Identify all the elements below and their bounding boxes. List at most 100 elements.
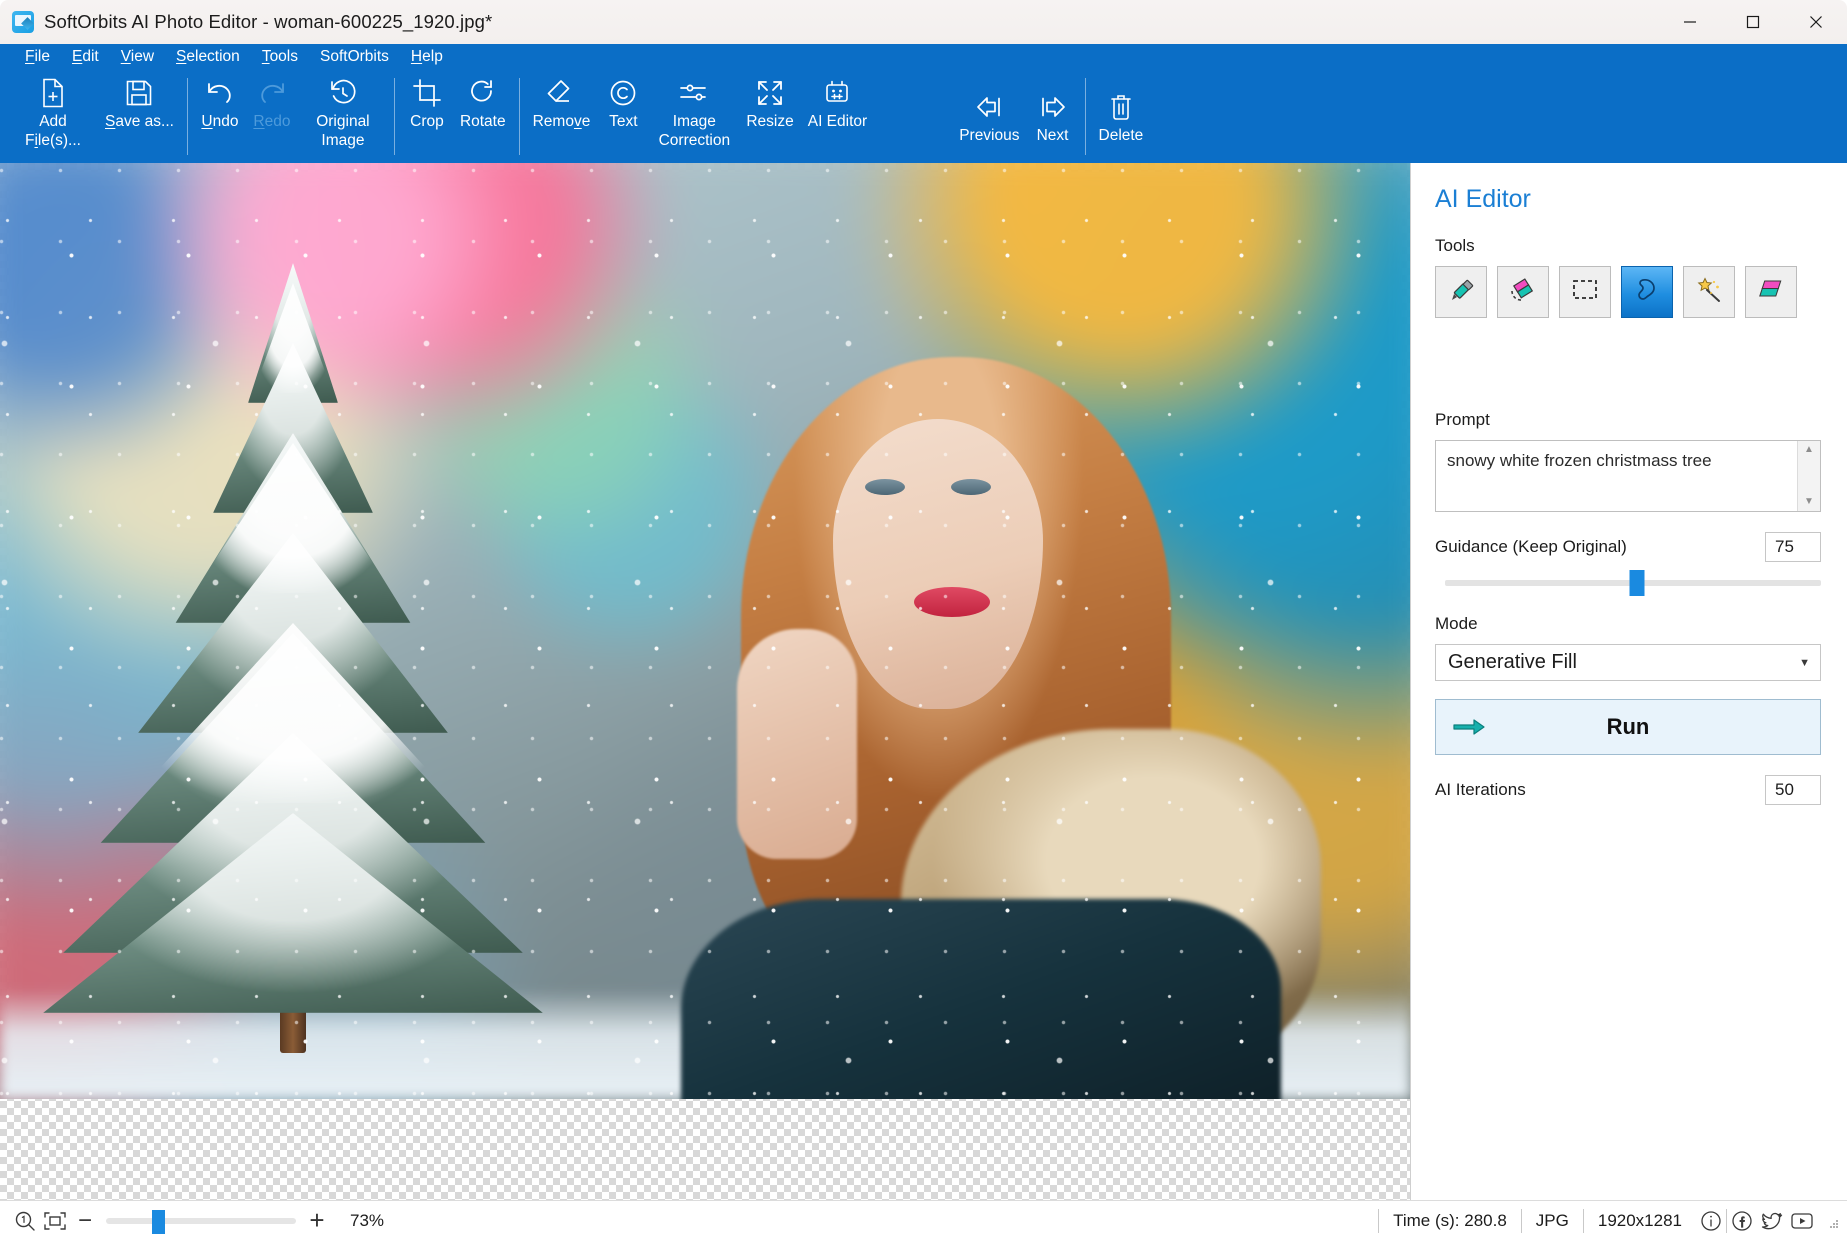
- prompt-label: Prompt: [1435, 410, 1821, 430]
- toolbar-label-undo: Undo: [201, 112, 238, 131]
- menu-bar: File Edit View Selection Tools SoftOrbit…: [0, 44, 1847, 70]
- status-bar: − + 73% Time (s): 280.8 JPG 1920x1281: [0, 1200, 1847, 1240]
- youtube-icon[interactable]: [1787, 1206, 1817, 1236]
- tool-lasso-select[interactable]: [1621, 266, 1673, 318]
- tool-bar: Add File(s)... Save as...: [0, 70, 1847, 163]
- toolbar-button-text[interactable]: Text: [597, 70, 649, 163]
- arrow-left-icon: [974, 90, 1004, 124]
- tool-magic-wand[interactable]: [1683, 266, 1735, 318]
- toolbar-button-save-as[interactable]: Save as...: [98, 70, 181, 163]
- tool-fill[interactable]: [1745, 266, 1797, 318]
- guidance-slider[interactable]: [1445, 570, 1821, 596]
- toolbar-button-redo: Redo: [246, 70, 298, 163]
- history-clock-icon: [329, 76, 357, 110]
- toolbar-separator-1: [187, 78, 188, 155]
- toolbar-separator-3: [519, 78, 520, 155]
- menu-softorbits[interactable]: SoftOrbits: [309, 45, 400, 69]
- magnifier-one-icon[interactable]: [10, 1206, 40, 1236]
- scroll-down-icon[interactable]: ▼: [1804, 497, 1814, 507]
- panel-title: AI Editor: [1435, 185, 1821, 214]
- mode-select[interactable]: Generative Fill ▼: [1435, 644, 1821, 681]
- toolbar-button-image-correction[interactable]: Image Correction: [649, 70, 739, 163]
- photo-image[interactable]: [0, 163, 1411, 1099]
- lasso-icon: [1632, 275, 1662, 310]
- minimize-button[interactable]: [1658, 0, 1721, 44]
- mode-select-value: Generative Fill: [1448, 651, 1577, 674]
- menu-view[interactable]: View: [110, 45, 165, 69]
- window-controls: [1658, 0, 1847, 44]
- toolbar-label-delete: Delete: [1099, 126, 1144, 145]
- toolbar-group-navigate: Previous Next: [952, 70, 1078, 163]
- resize-grip[interactable]: [1823, 1213, 1839, 1229]
- tools-spacer: [1435, 318, 1821, 410]
- toolbar-button-ai-editor[interactable]: AI Editor: [801, 70, 874, 163]
- eraser-brush-icon: [1508, 275, 1538, 310]
- arrow-right-thick-icon: [1452, 717, 1486, 737]
- title-bar: SoftOrbits AI Photo Editor - woman-60022…: [0, 0, 1847, 44]
- prompt-scrollbar[interactable]: ▲ ▼: [1797, 441, 1820, 511]
- fit-to-window-icon[interactable]: [40, 1206, 70, 1236]
- menu-tools[interactable]: Tools: [251, 45, 309, 69]
- tool-rectangle-select[interactable]: [1559, 266, 1611, 318]
- prompt-text[interactable]: snowy white frozen christmass tree: [1436, 441, 1797, 511]
- zoom-slider-thumb[interactable]: [152, 1210, 165, 1234]
- toolbar-label-ai-editor: AI Editor: [808, 112, 867, 131]
- status-right-group: Time (s): 280.8 JPG 1920x1281: [1378, 1206, 1839, 1236]
- toolbar-button-rotate[interactable]: Rotate: [453, 70, 513, 163]
- brush-icon: [1446, 275, 1476, 310]
- scroll-up-icon[interactable]: ▲: [1804, 445, 1814, 455]
- toolbar-separator-4: [1085, 78, 1086, 155]
- undo-arrow-icon: [204, 76, 236, 110]
- tool-brush[interactable]: [1435, 266, 1487, 318]
- info-circle-icon[interactable]: [1696, 1206, 1726, 1236]
- guidance-value-field[interactable]: 75: [1765, 532, 1821, 562]
- tools-row: [1435, 266, 1821, 318]
- toolbar-group-delete: Delete: [1092, 70, 1151, 163]
- toolbar-group-edit: Remove Text: [526, 70, 875, 163]
- toolbar-button-undo[interactable]: Undo: [194, 70, 246, 163]
- file-plus-icon: [40, 76, 66, 110]
- ai-editor-panel: AI Editor Tools: [1411, 163, 1847, 1200]
- status-format: JPG: [1522, 1208, 1583, 1234]
- toolbar-button-original-image[interactable]: Original Image: [298, 70, 388, 163]
- guidance-row: Guidance (Keep Original) 75: [1435, 532, 1821, 562]
- toolbar-button-next[interactable]: Next: [1027, 70, 1079, 163]
- sliders-icon: [679, 76, 709, 110]
- toolbar-button-remove[interactable]: Remove: [526, 70, 598, 163]
- twitter-bird-icon[interactable]: [1757, 1206, 1787, 1236]
- toolbar-label-previous: Previous: [959, 126, 1019, 145]
- zoom-out-button[interactable]: −: [70, 1206, 100, 1236]
- toolbar-button-resize[interactable]: Resize: [739, 70, 800, 163]
- maximize-button[interactable]: [1721, 0, 1784, 44]
- menu-edit[interactable]: Edit: [61, 45, 110, 69]
- guidance-slider-thumb[interactable]: [1629, 570, 1644, 596]
- main-area: AI Editor Tools: [0, 163, 1847, 1200]
- toolbar-label-remove: Remove: [533, 112, 591, 131]
- toolbar-button-add-files[interactable]: Add File(s)...: [8, 70, 98, 163]
- menu-help[interactable]: Help: [400, 45, 454, 69]
- image-canvas[interactable]: [0, 163, 1411, 1200]
- fill-gradient-icon: [1756, 277, 1786, 308]
- iterations-value-field[interactable]: 50: [1765, 775, 1821, 805]
- toolbar-label-redo: Redo: [253, 112, 290, 131]
- facebook-icon[interactable]: [1727, 1206, 1757, 1236]
- zoom-in-button[interactable]: +: [302, 1206, 332, 1236]
- toolbar-button-delete[interactable]: Delete: [1092, 70, 1151, 163]
- toolbar-button-previous[interactable]: Previous: [952, 70, 1026, 163]
- close-button[interactable]: [1784, 0, 1847, 44]
- application-window: SoftOrbits AI Photo Editor - woman-60022…: [0, 0, 1847, 1240]
- menu-file[interactable]: File: [14, 45, 61, 69]
- toolbar-gap: [874, 70, 952, 163]
- run-button[interactable]: Run: [1435, 699, 1821, 755]
- toolbar-label-image-correction: Image Correction: [656, 112, 732, 150]
- rectangle-select-icon: [1571, 278, 1599, 307]
- menu-selection[interactable]: Selection: [165, 45, 251, 69]
- toolbar-group-history: Undo Redo Original: [194, 70, 388, 163]
- tool-eraser-brush[interactable]: [1497, 266, 1549, 318]
- prompt-field[interactable]: snowy white frozen christmass tree ▲ ▼: [1435, 440, 1821, 512]
- toolbar-group-file: Add File(s)... Save as...: [8, 70, 181, 163]
- toolbar-button-crop[interactable]: Crop: [401, 70, 453, 163]
- zoom-slider[interactable]: [106, 1207, 296, 1235]
- copyright-circle-icon: [609, 76, 637, 110]
- robot-icon: [823, 76, 851, 110]
